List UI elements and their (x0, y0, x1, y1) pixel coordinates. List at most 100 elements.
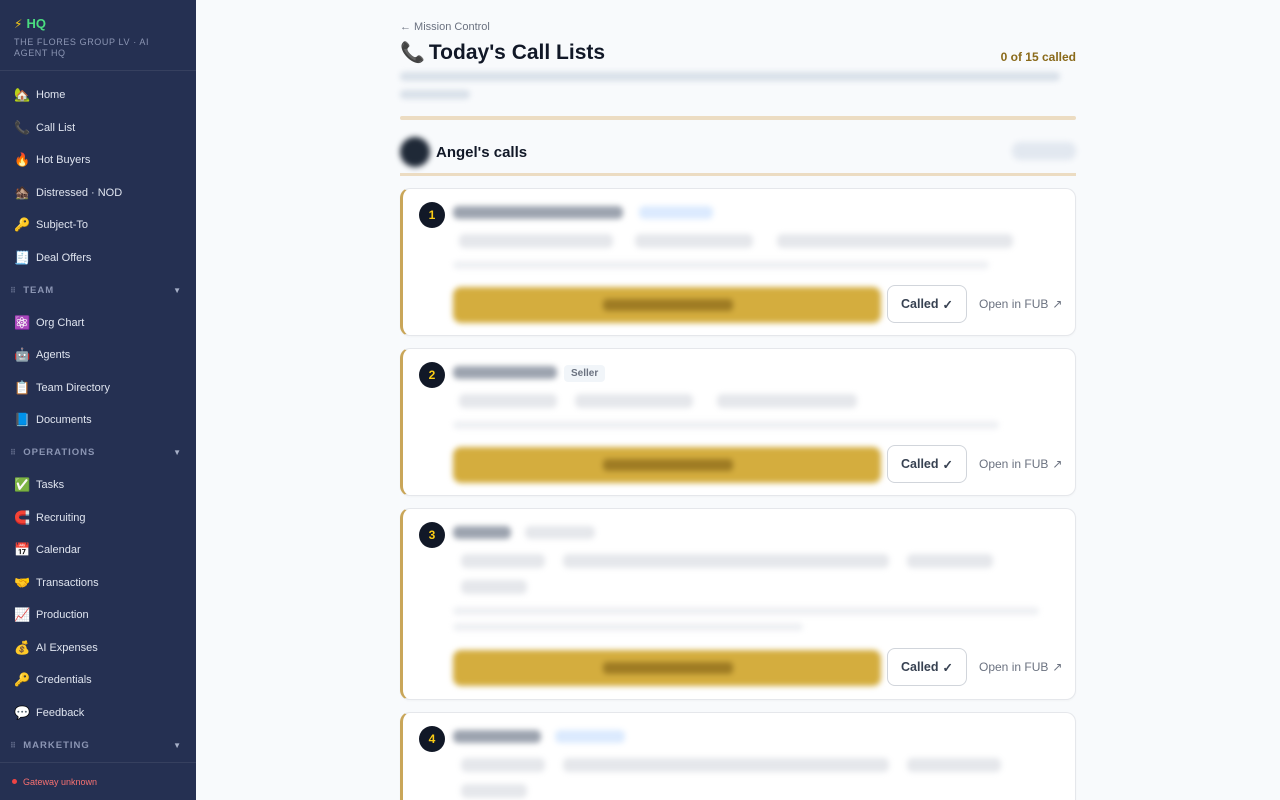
chevron-down-icon[interactable]: ▼ (173, 286, 182, 295)
redacted-name (453, 366, 557, 379)
sidebar-item-tasks[interactable]: ✅ Tasks (0, 469, 196, 502)
sidebar-item-label: Org Chart (36, 316, 85, 329)
sidebar-item-transactions[interactable]: 🤝 Transactions (0, 567, 196, 600)
call-card: 3 Called ✓ Open in FUB ↗ (400, 508, 1076, 700)
gateway-status-text: Gateway unknown (23, 776, 98, 787)
handshake-icon: 🤝 (14, 574, 31, 590)
section-team[interactable]: ⠿ TEAM ▼ (0, 274, 196, 307)
call-number: 3 (419, 522, 445, 548)
sidebar-item-hot-buyers[interactable]: 🔥 Hot Buyers (0, 144, 196, 177)
key-icon: 🔑 (14, 217, 31, 233)
redacted-phone (603, 299, 733, 311)
open-in-fub-link[interactable]: Open in FUB ↗ (979, 457, 1062, 471)
redacted-chip (575, 394, 693, 408)
brand-title[interactable]: ⚡ HQ (14, 16, 182, 31)
fub-label: Open in FUB (979, 297, 1049, 311)
external-link-icon: ↗ (1052, 297, 1063, 311)
check-icon: ✓ (942, 297, 953, 312)
redacted-chip (635, 234, 753, 248)
person-name: Angel's calls (436, 143, 528, 161)
sidebar-item-label: Deal Offers (36, 251, 92, 264)
page-title-text: Today's Call Lists (428, 40, 606, 64)
call-button-redacted[interactable] (453, 287, 881, 323)
called-button[interactable]: Called ✓ (887, 648, 967, 686)
sidebar-item-label: Recruiting (36, 511, 86, 524)
sidebar-item-distressed[interactable]: 🏚️ Distressed · NOD (0, 177, 196, 210)
redacted-line (453, 261, 989, 269)
home-icon: 🏡 (14, 87, 31, 103)
atom-icon: ⚛️ (14, 314, 31, 330)
sidebar-item-label: Hot Buyers (36, 154, 91, 167)
book-icon: 📘 (14, 412, 31, 428)
called-button[interactable]: Called ✓ (887, 285, 967, 323)
robot-icon: 🤖 (14, 347, 31, 363)
call-card: 4 (400, 712, 1076, 800)
sidebar-item-production[interactable]: 📈 Production (0, 599, 196, 632)
sidebar-item-label: Team Directory (36, 381, 110, 394)
redacted-line (400, 90, 470, 99)
sidebar-item-label: Calendar (36, 544, 81, 557)
sidebar-item-feedback[interactable]: 💬 Feedback (0, 697, 196, 730)
call-number: 4 (419, 726, 445, 752)
section-operations[interactable]: ⠿ OPERATIONS ▼ (0, 437, 196, 470)
sidebar-item-label: Documents (36, 414, 92, 427)
divider (400, 173, 1076, 176)
call-card: 2 Seller Called ✓ Open in FUB ↗ (400, 348, 1076, 496)
open-in-fub-link[interactable]: Open in FUB ↗ (979, 297, 1062, 311)
call-button-redacted[interactable] (453, 447, 881, 483)
fub-label: Open in FUB (979, 457, 1049, 471)
sidebar-item-team-directory[interactable]: 📋 Team Directory (0, 372, 196, 405)
sidebar-item-ai-expenses[interactable]: 💰 AI Expenses (0, 632, 196, 665)
sidebar-item-documents[interactable]: 📘 Documents (0, 404, 196, 437)
sidebar-item-credentials[interactable]: 🔑 Credentials (0, 664, 196, 697)
chevron-down-icon[interactable]: ▼ (173, 448, 182, 457)
redacted-badge (525, 526, 595, 539)
brand-name: HQ (26, 16, 46, 31)
derelict-house-icon: 🏚️ (14, 184, 31, 200)
sidebar-item-label: Distressed · NOD (36, 186, 123, 199)
sidebar-item-label: Feedback (36, 706, 85, 719)
key-icon: 🔑 (14, 672, 31, 688)
calendar-icon: 📅 (14, 542, 31, 558)
drag-handle-icon[interactable]: ⠿ (10, 741, 17, 750)
drag-handle-icon[interactable]: ⠿ (10, 286, 17, 295)
redacted-badge (639, 206, 713, 219)
redacted-phone (603, 662, 733, 674)
section-label: OPERATIONS (23, 447, 96, 459)
call-number: 2 (419, 362, 445, 388)
sidebar-item-home[interactable]: 🏡 Home (0, 79, 196, 112)
sidebar-item-calendar[interactable]: 📅 Calendar (0, 534, 196, 567)
call-number: 1 (419, 202, 445, 228)
sidebar-item-label: Subject-To (36, 219, 88, 232)
avatar (400, 137, 430, 167)
sidebar-item-recruiting[interactable]: 🧲 Recruiting (0, 502, 196, 535)
sidebar-item-org-chart[interactable]: ⚛️ Org Chart (0, 307, 196, 340)
check-icon: ✅ (14, 477, 31, 493)
drag-handle-icon[interactable]: ⠿ (10, 448, 17, 457)
chevron-down-icon[interactable]: ▼ (173, 741, 182, 750)
back-link[interactable]: ← Mission Control (400, 21, 490, 33)
sidebar-item-call-list[interactable]: 📞 Call List (0, 112, 196, 145)
section-marketing[interactable]: ⠿ MARKETING ▼ (0, 729, 196, 762)
receipt-icon: 🧾 (14, 249, 31, 265)
sidebar-item-label: Transactions (36, 576, 99, 589)
section-label: TEAM (23, 284, 55, 296)
called-button[interactable]: Called ✓ (887, 445, 967, 483)
gateway-status: Gateway unknown (0, 762, 196, 800)
sidebar-item-label: Agents (36, 349, 71, 362)
external-link-icon: ↗ (1052, 457, 1063, 471)
redacted-name (453, 526, 511, 539)
open-in-fub-link[interactable]: Open in FUB ↗ (979, 660, 1062, 674)
redacted-chip (907, 758, 1001, 772)
person-action-redacted[interactable] (1012, 142, 1076, 160)
redacted-chip (461, 784, 527, 798)
call-card: 1 Called ✓ Open in FUB ↗ (400, 188, 1076, 336)
called-count: 0 of 15 called (1000, 50, 1076, 64)
sidebar-item-subject-to[interactable]: 🔑 Subject-To (0, 209, 196, 242)
clipboard-icon: 📋 (14, 379, 31, 395)
sidebar-item-label: Tasks (36, 479, 65, 492)
sidebar-item-deal-offers[interactable]: 🧾 Deal Offers (0, 242, 196, 275)
call-button-redacted[interactable] (453, 650, 881, 686)
redacted-chip (459, 234, 613, 248)
sidebar-item-agents[interactable]: 🤖 Agents (0, 339, 196, 372)
